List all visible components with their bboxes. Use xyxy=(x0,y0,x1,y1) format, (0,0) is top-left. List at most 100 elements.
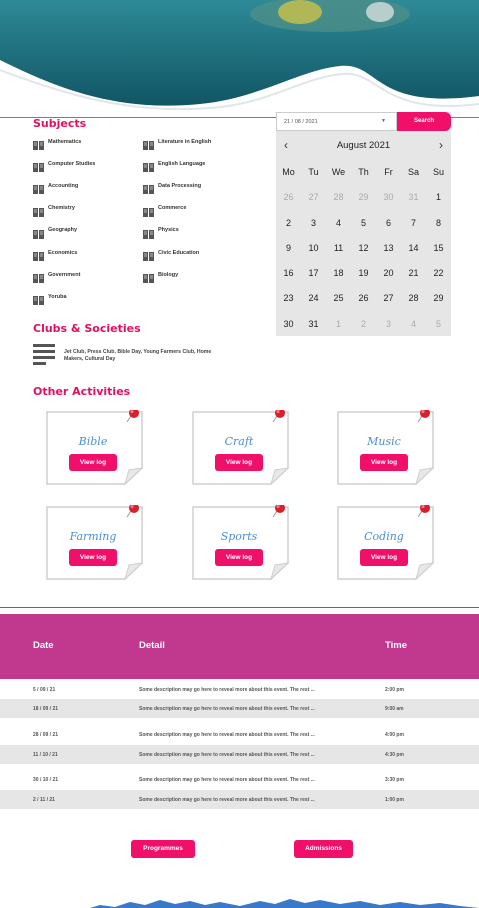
table-row[interactable]: 28 / 09 / 21 Some description may go here… xyxy=(0,725,479,744)
cell-time: 2:00 pm xyxy=(385,687,404,693)
calendar-day[interactable]: 29 xyxy=(351,185,376,210)
table-row[interactable]: 18 / 09 / 21 Some description may go here… xyxy=(0,699,479,718)
activity-title: Farming xyxy=(69,530,117,543)
activity-title: Music xyxy=(367,435,401,448)
calendar-day[interactable]: 3 xyxy=(301,211,326,236)
cell-detail: Some description may go here to reveal m… xyxy=(139,732,315,738)
subject-item[interactable]: Government xyxy=(33,270,80,284)
calendar-day[interactable]: 31 xyxy=(401,185,426,210)
subject-item[interactable]: Civic Education xyxy=(143,248,200,261)
calendar-day[interactable]: 9 xyxy=(276,236,301,261)
activities-title: Other Activities xyxy=(33,385,131,398)
calendar-day[interactable]: 6 xyxy=(376,211,401,236)
cell-detail: Some description may go here to reveal m… xyxy=(139,687,315,693)
subject-item[interactable]: Yoruba xyxy=(33,292,67,306)
chevron-right-icon[interactable]: › xyxy=(439,138,443,152)
calendar-day[interactable]: 20 xyxy=(376,261,401,286)
view-log-button[interactable]: View log xyxy=(215,454,263,471)
calendar-day[interactable]: 1 xyxy=(326,312,351,337)
calendar-week: 9 10 11 12 13 14 15 xyxy=(276,236,451,261)
calendar-day[interactable]: 30 xyxy=(376,185,401,210)
calendar-day[interactable]: 10 xyxy=(301,236,326,261)
calendar-day[interactable]: 19 xyxy=(351,261,376,286)
calendar-day[interactable]: 29 xyxy=(426,286,451,311)
subject-item[interactable]: English Language xyxy=(143,159,205,173)
subject-item[interactable]: Commerce xyxy=(143,204,186,217)
programmes-button[interactable]: Programmes xyxy=(131,840,195,858)
table-row[interactable]: 11 / 10 / 21 Some description may go here… xyxy=(0,745,479,764)
view-log-button[interactable]: View log xyxy=(215,549,263,566)
subject-item[interactable]: Physics xyxy=(143,226,179,239)
calendar-day[interactable]: 14 xyxy=(401,236,426,261)
calendar-day[interactable]: 28 xyxy=(401,286,426,311)
calendar-day[interactable]: 13 xyxy=(376,236,401,261)
book-icon xyxy=(143,248,154,261)
calendar-day[interactable]: 27 xyxy=(301,185,326,210)
date-input[interactable]: 21 / 08 / 2021 ▼ xyxy=(276,112,397,131)
calendar-day[interactable]: 2 xyxy=(276,211,301,236)
book-icon xyxy=(33,137,44,150)
subject-item[interactable]: Mathematics xyxy=(33,137,81,150)
calendar-day[interactable]: 16 xyxy=(276,261,301,286)
header-detail: Detail xyxy=(139,640,165,651)
subject-item[interactable]: Computer Studies xyxy=(33,159,95,173)
book-icon xyxy=(33,292,44,306)
calendar-day[interactable]: 23 xyxy=(276,286,301,311)
book-icon xyxy=(143,270,154,284)
admissions-button[interactable]: Admissions xyxy=(294,840,353,858)
calendar-day[interactable]: 28 xyxy=(326,185,351,210)
calendar-day[interactable]: 26 xyxy=(351,286,376,311)
view-log-button[interactable]: View log xyxy=(360,454,408,471)
view-log-button[interactable]: View log xyxy=(360,549,408,566)
table-row[interactable]: 30 / 10 / 21 Some description may go here… xyxy=(0,770,479,789)
calendar-day[interactable]: 18 xyxy=(326,261,351,286)
calendar-day[interactable]: 5 xyxy=(426,312,451,337)
subject-item[interactable]: Geography xyxy=(33,226,77,239)
calendar-day[interactable]: 25 xyxy=(326,286,351,311)
subject-label: Physics xyxy=(158,227,179,234)
calendar-day[interactable]: 11 xyxy=(326,236,351,261)
calendar-day[interactable]: 26 xyxy=(276,185,301,210)
calendar-day[interactable]: 27 xyxy=(376,286,401,311)
calendar-day[interactable]: 21 xyxy=(401,261,426,286)
calendar-day[interactable]: 3 xyxy=(376,312,401,337)
calendar-day[interactable]: 4 xyxy=(401,312,426,337)
subject-label: Civic Education xyxy=(158,249,200,256)
calendar-day[interactable]: 15 xyxy=(426,236,451,261)
search-button[interactable]: Search xyxy=(397,112,451,131)
activity-card: Craft View log xyxy=(191,410,292,486)
activity-card: Farming View log xyxy=(45,505,146,581)
table-row[interactable]: 2 / 11 / 21 Some description may go here … xyxy=(0,790,479,809)
calendar-day[interactable]: 5 xyxy=(351,211,376,236)
calendar-day[interactable]: 2 xyxy=(351,312,376,337)
book-icon xyxy=(33,226,44,239)
calendar-day[interactable]: 1 xyxy=(426,185,451,210)
subject-item[interactable]: Literature in English xyxy=(143,137,211,150)
calendar-day[interactable]: 31 xyxy=(301,312,326,337)
subject-label: Accounting xyxy=(48,182,79,189)
subject-item[interactable]: Economics xyxy=(33,248,77,261)
subject-item[interactable]: Biology xyxy=(143,270,178,284)
calendar-week: 16 17 18 19 20 21 22 xyxy=(276,261,451,286)
calendar-day[interactable]: 17 xyxy=(301,261,326,286)
subject-item[interactable]: Data Processing xyxy=(143,181,201,195)
calendar-day[interactable]: 24 xyxy=(301,286,326,311)
view-log-button[interactable]: View log xyxy=(69,549,117,566)
view-log-button[interactable]: View log xyxy=(69,454,117,471)
book-icon xyxy=(33,248,44,261)
calendar-day[interactable]: 22 xyxy=(426,261,451,286)
subject-item[interactable]: Chemistry xyxy=(33,204,75,217)
calendar-day[interactable]: 8 xyxy=(426,211,451,236)
cell-date: 11 / 10 / 21 xyxy=(33,752,58,758)
table-row[interactable]: 5 / 09 / 21 Some description may go here … xyxy=(0,680,479,699)
subject-item[interactable]: Accounting xyxy=(33,181,79,195)
calendar-day[interactable]: 12 xyxy=(351,236,376,261)
chevron-down-icon[interactable]: ▼ xyxy=(381,118,386,124)
calendar-day[interactable]: 4 xyxy=(326,211,351,236)
calendar-day[interactable]: 7 xyxy=(401,211,426,236)
weekday-label: Su xyxy=(432,167,444,177)
activity-card: Bible View log xyxy=(45,410,146,486)
calendar-day[interactable]: 30 xyxy=(276,312,301,337)
cell-time: 4:00 pm xyxy=(385,732,404,738)
subject-label: Chemistry xyxy=(48,205,75,212)
